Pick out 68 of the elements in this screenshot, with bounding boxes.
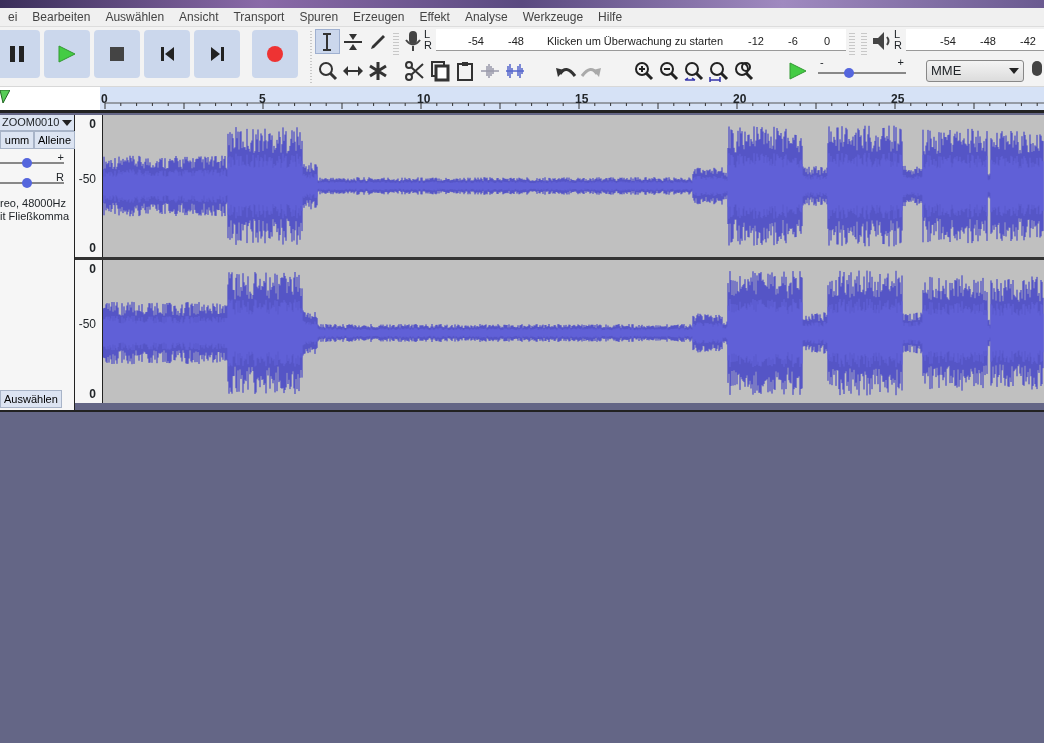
record-button[interactable] <box>252 30 298 78</box>
amplitude-axis-label: 0 <box>89 240 96 257</box>
menu-item[interactable]: Bearbeiten <box>24 8 98 26</box>
record-meter[interactable]: -54 -48 Klicken um Überwachung zu starten -12 -6 0 <box>436 29 846 51</box>
channel-label: R <box>424 40 433 51</box>
meter-scale-label: -6 <box>788 34 798 49</box>
menu-item[interactable]: Analyse <box>456 8 515 26</box>
amplitude-axis-label: 0 <box>89 386 96 403</box>
channel-label: L <box>424 29 432 40</box>
meter-scale-label: -42 <box>1020 34 1036 49</box>
amplitude-axis-label: -50 <box>78 316 96 334</box>
menu-item[interactable]: Transport <box>225 8 292 26</box>
pause-icon <box>10 46 24 62</box>
slider-minus-label: - <box>820 55 824 70</box>
slider-plus-label: + <box>897 55 904 70</box>
ruler-label: 10 <box>417 91 431 108</box>
skip-start-icon <box>160 47 174 61</box>
channel-label: R <box>894 40 903 51</box>
play-icon <box>58 45 76 63</box>
skip-end-icon <box>210 47 224 61</box>
audio-host-dropdown[interactable]: MME <box>926 60 1024 82</box>
ruler-label: 0 <box>101 91 108 108</box>
menu-item[interactable]: Hilfe <box>590 8 630 26</box>
menu-item[interactable]: Effekt <box>411 8 457 26</box>
stop-icon <box>110 47 124 61</box>
play-head-icon[interactable] <box>0 90 10 104</box>
meter-scale-label: -48 <box>980 34 996 49</box>
menu-item[interactable]: Ansicht <box>171 8 226 26</box>
meter-scale-label: -54 <box>468 34 484 49</box>
gain-plus-label: + <box>57 150 64 165</box>
ruler-label: 15 <box>575 91 589 108</box>
mute-button[interactable]: umm <box>0 131 34 149</box>
pan-slider-thumb[interactable] <box>21 178 32 188</box>
track-info: it Fließkomma <box>0 210 71 223</box>
speed-slider-thumb[interactable] <box>843 68 854 78</box>
ruler-label: 20 <box>733 91 747 108</box>
select-track-button[interactable]: Auswählen <box>0 390 62 408</box>
timeline-ruler[interactable]: 0 5 10 15 20 25 <box>100 87 1044 110</box>
pause-button[interactable] <box>0 30 40 78</box>
microphone-icon[interactable] <box>402 29 424 53</box>
solo-button[interactable]: Alleine <box>34 131 76 149</box>
record-icon <box>267 46 283 62</box>
caret-icon <box>62 119 72 126</box>
caret-icon <box>1009 68 1019 74</box>
track-name-menu[interactable]: ZOOM0010 <box>0 115 74 131</box>
amplitude-axis-label: 0 <box>89 261 96 278</box>
skip-to-end-button[interactable] <box>194 30 240 78</box>
menu-item[interactable]: Werkzeuge <box>514 8 591 26</box>
meter-scale-label: -54 <box>940 34 956 49</box>
menu-item[interactable]: ei <box>0 8 25 26</box>
menu-item[interactable]: Erzeugen <box>345 8 412 26</box>
ruler-label: 25 <box>891 91 905 108</box>
amplitude-axis-label: -50 <box>78 170 96 188</box>
stop-button[interactable] <box>94 30 140 78</box>
pan-right-label: R <box>56 170 64 185</box>
gain-slider-thumb[interactable] <box>21 158 32 168</box>
ruler-label: 5 <box>259 91 266 108</box>
meter-prompt: Klicken um Überwachung zu starten <box>547 34 724 49</box>
amplitude-axis-label: 0 <box>89 116 96 133</box>
track-info: reo, 48000Hz <box>0 197 68 210</box>
meter-scale-label: -12 <box>748 34 764 49</box>
menu-item[interactable]: Auswählen <box>97 8 172 26</box>
meter-scale-label: 0 <box>824 34 831 49</box>
meter-scale-label: -48 <box>508 34 524 49</box>
playback-meter[interactable]: -54 -48 -42 <box>906 29 1044 51</box>
skip-to-start-button[interactable] <box>144 30 190 78</box>
channel-label: L <box>894 29 902 40</box>
menu-item[interactable]: Spuren <box>291 8 346 26</box>
